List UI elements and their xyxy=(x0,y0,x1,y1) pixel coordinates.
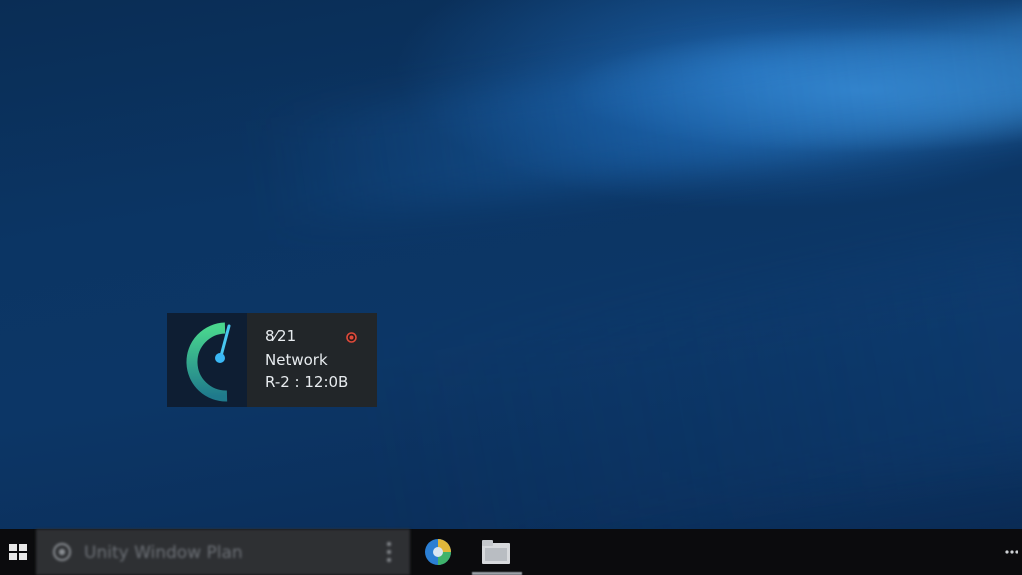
taskbar-app-browser[interactable] xyxy=(414,529,462,575)
search-circle-icon xyxy=(53,543,71,561)
network-value-top: 8⁄21 xyxy=(265,327,297,345)
desktop-wallpaper: 8⁄21 Network R-2 : 12:0B xyxy=(0,0,1022,529)
windows-start-icon xyxy=(9,544,27,560)
taskbar: Unity Window Plan xyxy=(0,529,1022,575)
network-label: Network xyxy=(265,351,328,369)
network-widget[interactable]: 8⁄21 Network R-2 : 12:0B xyxy=(167,313,377,407)
speed-gauge-icon xyxy=(186,322,231,402)
browser-icon xyxy=(425,539,451,565)
network-info-tile: 8⁄21 Network R-2 : 12:0B xyxy=(247,313,377,407)
taskbar-search-box[interactable]: Unity Window Plan xyxy=(36,529,410,575)
search-placeholder-text: Unity Window Plan xyxy=(84,543,243,563)
network-gauge-tile xyxy=(167,313,247,407)
start-button[interactable] xyxy=(0,529,36,575)
wallpaper-light-beam xyxy=(252,0,1022,230)
more-horizontal-icon[interactable] xyxy=(1004,549,1018,555)
more-vertical-icon[interactable] xyxy=(386,541,392,563)
taskbar-app-file-explorer[interactable] xyxy=(472,529,520,575)
file-explorer-icon xyxy=(482,540,510,564)
wallpaper-light-beam-lower xyxy=(366,240,1022,529)
red-status-dot-icon xyxy=(346,332,357,343)
network-rate: R-2 : 12:0B xyxy=(265,373,349,391)
